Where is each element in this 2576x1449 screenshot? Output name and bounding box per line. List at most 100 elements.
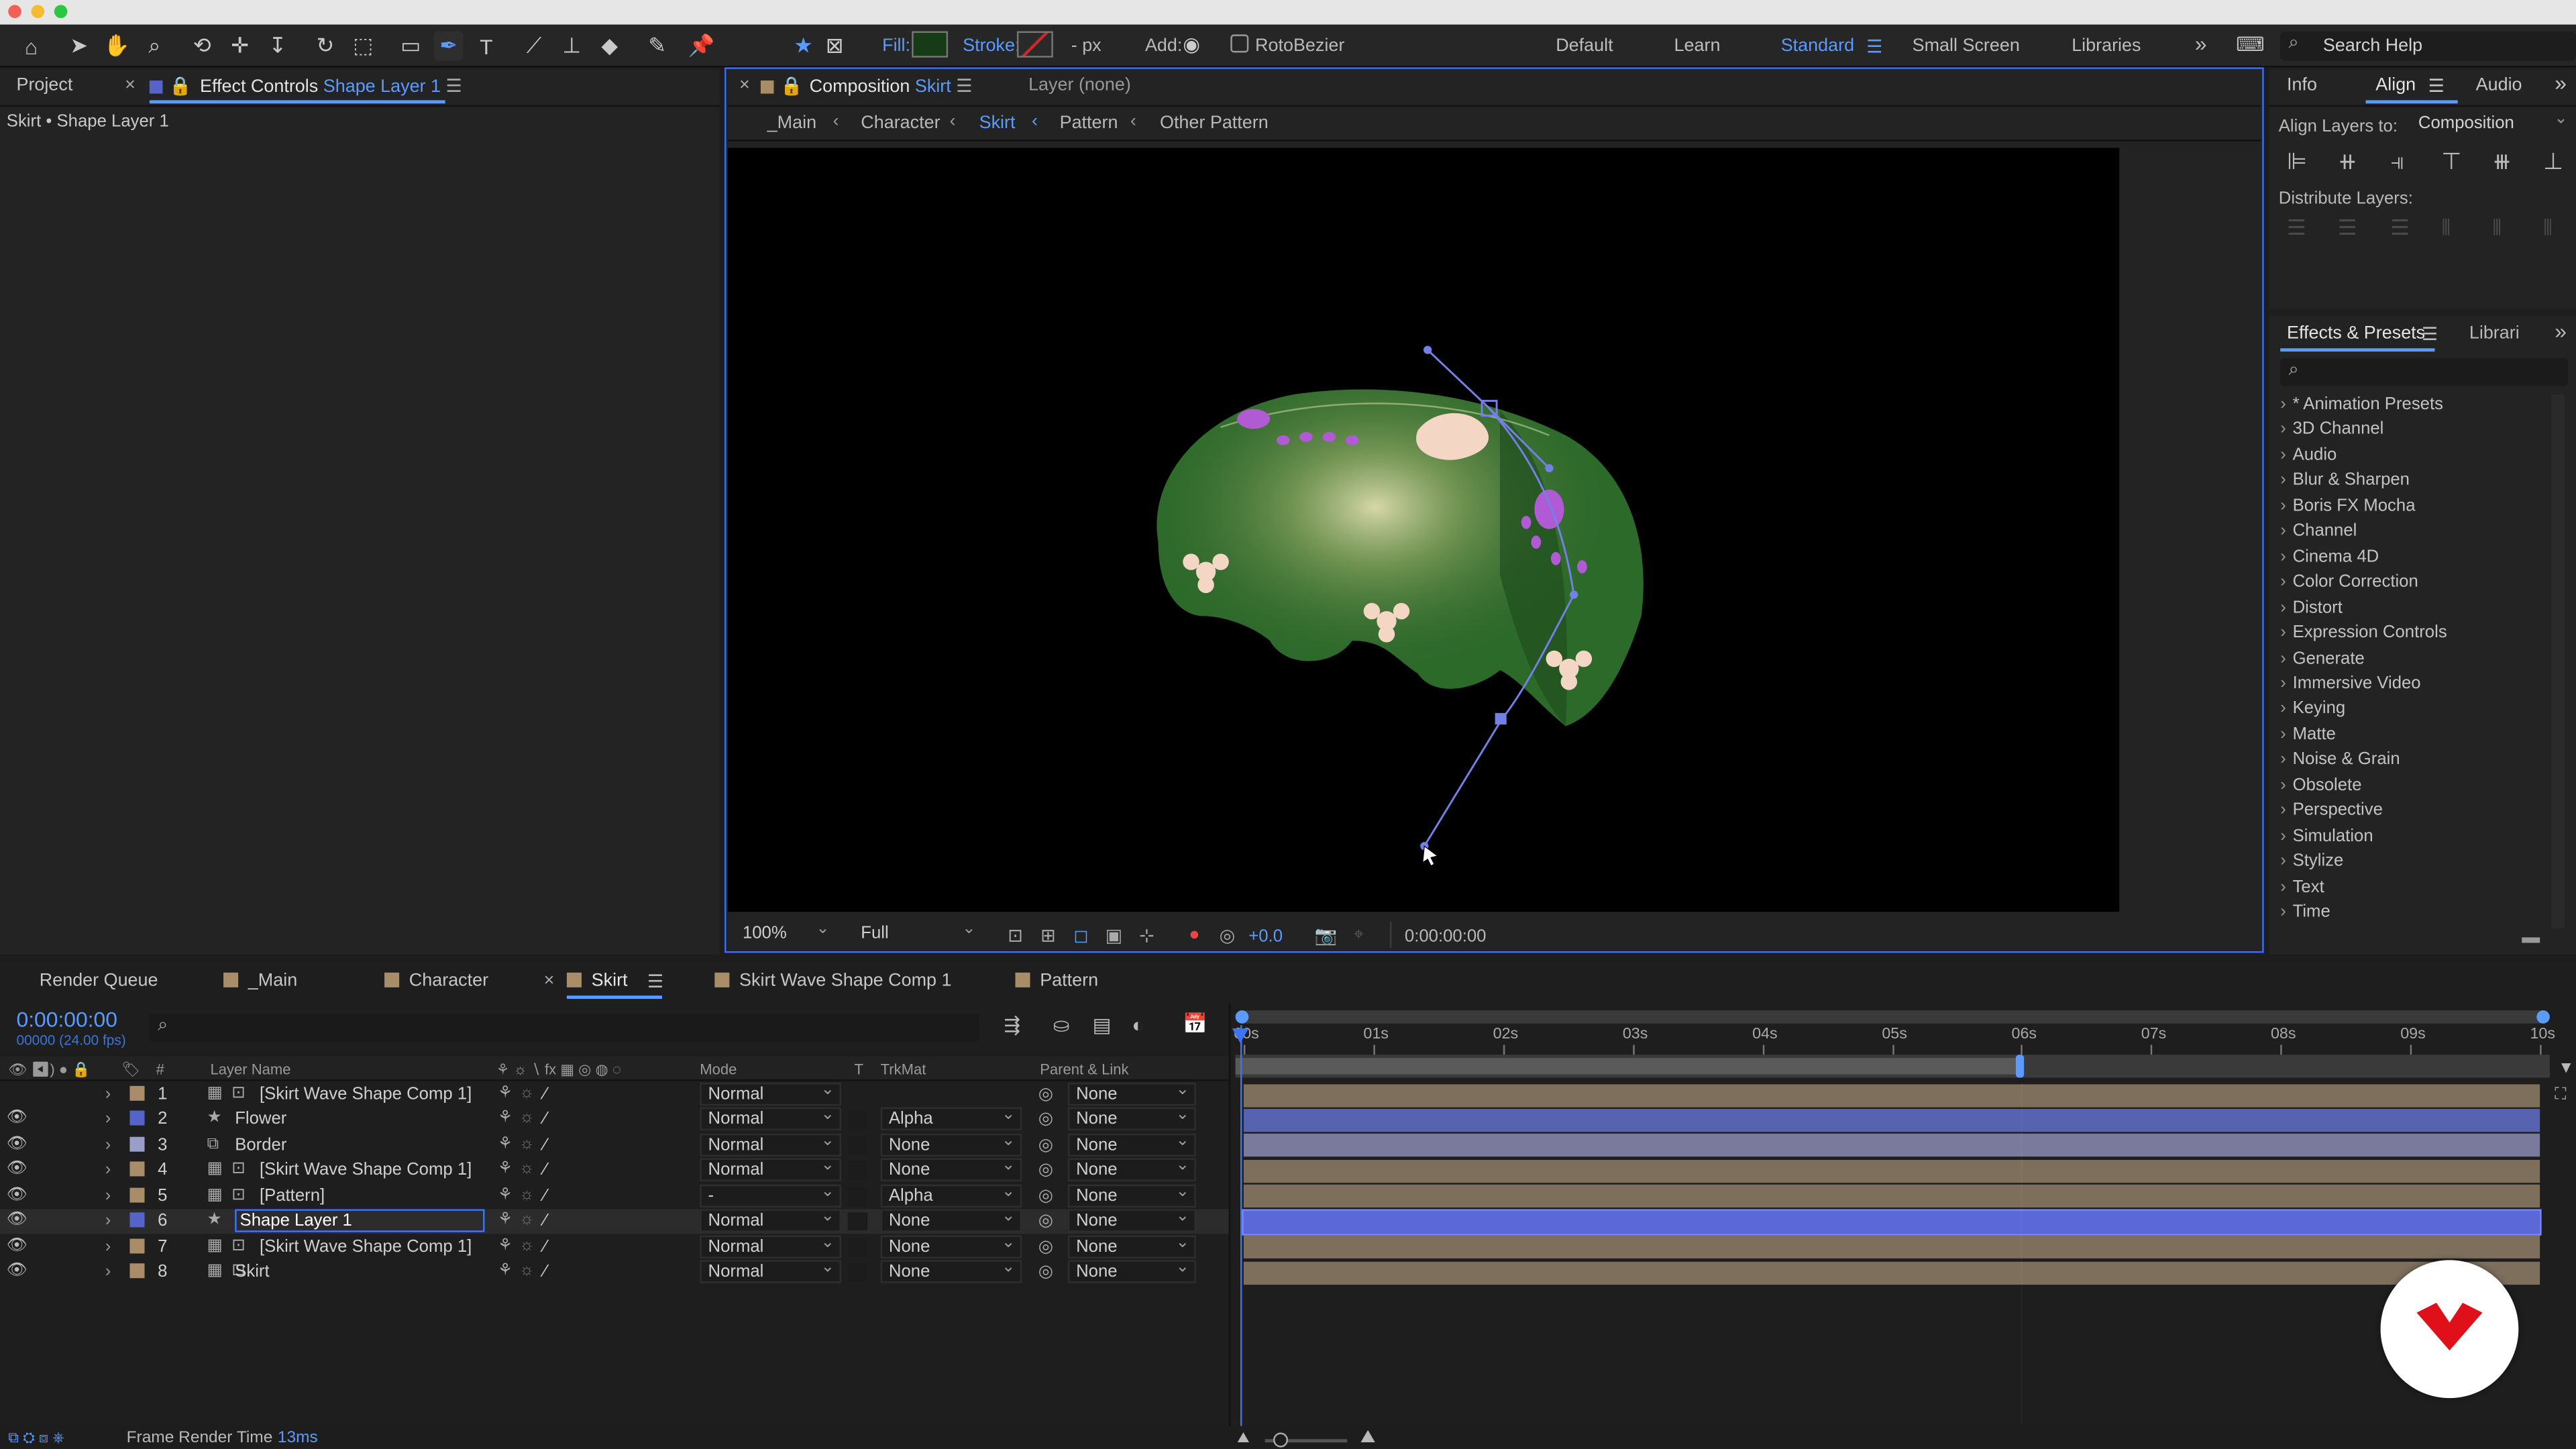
collapse-switch-icon[interactable]: ☼ xyxy=(519,1110,534,1128)
shy-layers-icon[interactable]: ▤ xyxy=(1093,1014,1112,1036)
channels-icon[interactable]: ● xyxy=(1183,925,1205,947)
label-color-chip[interactable] xyxy=(129,1212,145,1228)
quality-switch-icon[interactable]: ⁄ xyxy=(544,1262,547,1281)
layer-duration-bar[interactable] xyxy=(1243,1236,2540,1259)
label-color-chip[interactable] xyxy=(129,1111,145,1126)
eye-icon[interactable]: 👁 xyxy=(7,1186,28,1204)
fast-previews-icon[interactable]: ⊡ xyxy=(1004,925,1026,946)
navigator-end-handle[interactable] xyxy=(2536,1010,2550,1024)
eraser-icon[interactable]: ◆ xyxy=(595,32,625,61)
pickwhip-icon[interactable]: ◎ xyxy=(1038,1236,1053,1256)
expand-chevron-icon[interactable]: › xyxy=(105,1135,111,1155)
parent-dropdown[interactable]: None xyxy=(1067,1081,1196,1106)
tab-timeline-render-queue[interactable]: Render Queue xyxy=(40,971,158,990)
navigator-start-handle[interactable] xyxy=(1235,1010,1249,1024)
collapse-switch-icon[interactable]: ☼ xyxy=(519,1084,534,1102)
distribute-bottom-icon[interactable]: ☰ xyxy=(2390,215,2410,241)
blend-mode-dropdown[interactable]: Normal xyxy=(700,1106,841,1131)
shy-switch-icon[interactable]: ⚘ xyxy=(498,1186,513,1204)
preserve-transparency-box[interactable] xyxy=(847,1238,868,1256)
frame-blending-icon[interactable]: ◐ xyxy=(1132,1014,1144,1036)
comp-flowchart-icon[interactable]: ⇶ xyxy=(1004,1014,1020,1036)
eye-icon[interactable]: 👁 xyxy=(7,1084,28,1102)
blend-mode-dropdown[interactable]: Normal xyxy=(700,1233,841,1258)
graph-editor-icon[interactable]: 📅 xyxy=(1183,1012,1208,1035)
workspace-small-screen[interactable]: Small Screen xyxy=(1913,36,2020,56)
effects-category-item[interactable]: › Time xyxy=(2280,902,2330,922)
track-matte-dropdown[interactable]: Alpha xyxy=(880,1106,1022,1131)
layer-duration-bar[interactable] xyxy=(1243,1185,2540,1208)
breadcrumb-other-pattern[interactable]: Other Pattern xyxy=(1160,113,1269,133)
layer-viewer-tab[interactable]: Layer (none) xyxy=(1028,76,1131,95)
blend-mode-dropdown[interactable]: Normal xyxy=(700,1132,841,1157)
effects-category-item[interactable]: › 3D Channel xyxy=(2280,420,2383,439)
region-of-interest-icon[interactable]: ▣ xyxy=(1102,925,1125,946)
effects-category-item[interactable]: › Perspective xyxy=(2280,800,2383,820)
quality-switch-icon[interactable]: ⁄ xyxy=(544,1161,547,1180)
tab-timeline-pattern[interactable]: Pattern xyxy=(1015,971,1098,991)
type-icon[interactable]: T xyxy=(472,32,501,61)
preserve-transparency-box[interactable] xyxy=(847,1111,868,1130)
timeline-search-input[interactable]: ⌕ xyxy=(149,1014,979,1042)
align-to-dropdown[interactable]: Composition xyxy=(2412,110,2573,137)
layer-name[interactable]: Shape Layer 1 xyxy=(235,1210,485,1233)
distribute-left-icon[interactable]: ⦀ xyxy=(2441,215,2451,241)
layer-name[interactable]: [Skirt Wave Shape Comp 1] xyxy=(260,1084,472,1104)
layer-name[interactable]: Border xyxy=(235,1135,286,1155)
quality-switch-icon[interactable]: ⁄ xyxy=(544,1236,547,1256)
shy-switch-icon[interactable]: ⚘ xyxy=(498,1161,513,1179)
effects-category-item[interactable]: › Text xyxy=(2280,877,2324,896)
mask-visibility-icon[interactable]: ◻ xyxy=(1069,925,1092,946)
orbit-camera-icon[interactable]: ⟲ xyxy=(187,32,217,61)
snapshot-icon[interactable]: 📷 xyxy=(1314,925,1338,946)
shy-switch-icon[interactable]: ⚘ xyxy=(498,1236,513,1254)
track-matte-dropdown[interactable]: Alpha xyxy=(880,1183,1022,1208)
tab-project[interactable]: Project xyxy=(16,76,72,95)
effects-category-item[interactable]: › Keying xyxy=(2280,699,2345,718)
breadcrumb-pattern[interactable]: Pattern xyxy=(1060,113,1118,133)
layer-name-column-header[interactable]: Layer Name xyxy=(210,1061,290,1077)
expand-chevron-icon[interactable]: › xyxy=(105,1161,111,1180)
tab-info[interactable]: Info xyxy=(2287,76,2317,95)
zoom-slider-thumb[interactable] xyxy=(1273,1432,1289,1448)
viewer-timecode[interactable]: 0:00:00:00 xyxy=(1405,926,1487,946)
collapse-transform-icon[interactable]: ⊡ xyxy=(231,1236,246,1254)
effects-category-item[interactable]: › Audio xyxy=(2280,445,2337,464)
quality-switch-icon[interactable]: ⁄ xyxy=(544,1135,547,1155)
collapse-switch-icon[interactable]: ☼ xyxy=(519,1262,534,1280)
more-workspaces-icon[interactable]: » xyxy=(2195,32,2207,56)
tab-audio[interactable]: Audio xyxy=(2476,76,2522,95)
close-window-button[interactable] xyxy=(8,5,21,18)
home-icon[interactable]: ⌂ xyxy=(16,32,46,61)
track-matte-dropdown[interactable]: None xyxy=(880,1258,1022,1284)
label-color-chip[interactable] xyxy=(129,1187,145,1203)
expand-chevron-icon[interactable]: › xyxy=(105,1262,111,1281)
tab-timeline-skirt[interactable]: Skirt xyxy=(566,971,628,991)
workspace-default[interactable]: Default xyxy=(1556,36,1613,56)
pickwhip-icon[interactable]: ◎ xyxy=(1038,1212,1053,1231)
clone-stamp-icon[interactable]: ⊥ xyxy=(557,32,586,61)
effects-category-item[interactable]: › Obsolete xyxy=(2280,775,2361,794)
layer-row[interactable]: 👁 › 4 ▦ ⊡ [Skirt Wave Shape Comp 1] ⚘ ☼ ⁄ Normal N… xyxy=(0,1157,1229,1183)
brush-icon[interactable]: ⟋ xyxy=(519,32,549,61)
effects-category-item[interactable]: › Matte xyxy=(2280,724,2336,744)
close-timeline-tab-icon[interactable]: × xyxy=(544,971,555,990)
effects-menu-icon[interactable]: ☰ xyxy=(2422,323,2438,345)
layer-switches-toggle-icon[interactable]: ⧉ ⛭ ⧈ ⎈ xyxy=(8,1430,64,1448)
comp-menu-icon[interactable]: ☰ xyxy=(956,77,972,97)
effects-category-item[interactable]: › * Animation Presets xyxy=(2280,394,2443,414)
quality-switch-icon[interactable]: ⁄ xyxy=(544,1212,547,1231)
mask-tool-icon[interactable]: ⊠ xyxy=(820,32,849,61)
layer-row[interactable]: 👁 › 6 ★ Shape Layer 1 ⚘ ☼ ⁄ Normal None ◎ None xyxy=(0,1208,1229,1234)
time-navigator[interactable] xyxy=(1235,1010,2550,1024)
distribute-right-icon[interactable]: ⦀ xyxy=(2543,215,2553,241)
effects-search-input[interactable]: ⌕ xyxy=(2280,358,2568,386)
pickwhip-icon[interactable]: ◎ xyxy=(1038,1135,1053,1155)
tab-timeline-skirt-wave-shape-comp-1[interactable]: Skirt Wave Shape Comp 1 xyxy=(714,971,951,991)
puppet-pin-icon[interactable]: 📌 xyxy=(687,32,716,61)
hand-icon[interactable]: ✋ xyxy=(102,32,131,61)
eye-icon[interactable]: 👁 xyxy=(7,1262,28,1280)
shy-switch-icon[interactable]: ⚘ xyxy=(498,1135,513,1153)
label-color-chip[interactable] xyxy=(129,1238,145,1253)
shy-switch-icon[interactable]: ⚘ xyxy=(498,1212,513,1230)
